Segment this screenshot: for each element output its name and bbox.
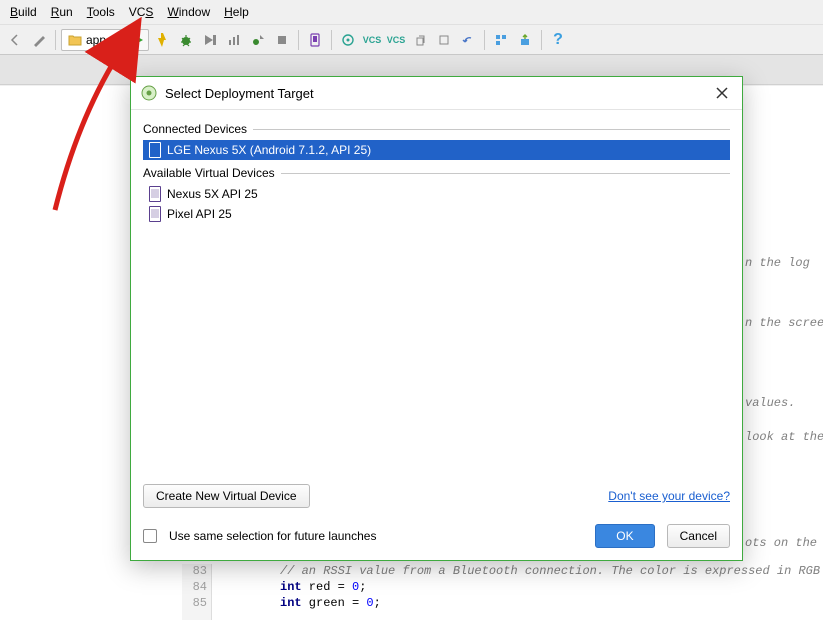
dialog-body: Connected Devices LGE Nexus 5X (Android …	[131, 110, 742, 478]
vcs-revert-icon[interactable]	[433, 29, 455, 51]
checkbox-label: Use same selection for future launches	[169, 529, 376, 543]
code-comment-fragment: n the scree	[745, 316, 823, 330]
menu-window[interactable]: Window	[163, 3, 214, 21]
code-line: int red = 0;	[280, 580, 823, 594]
close-icon	[716, 87, 728, 99]
code-comment-fragment: look at the	[745, 430, 823, 444]
run-button[interactable]	[127, 29, 149, 51]
sdk-manager-icon[interactable]	[514, 29, 536, 51]
phone-icon	[149, 142, 161, 158]
apply-changes-icon[interactable]	[151, 29, 173, 51]
device-virtual-item[interactable]: Pixel API 25	[143, 204, 730, 224]
phone-icon	[149, 186, 161, 202]
menu-tools[interactable]: Tools	[83, 3, 119, 21]
code-line: // an RSSI value from a Bluetooth connec…	[280, 564, 823, 578]
code-comment-fragment: values.	[745, 396, 795, 410]
section-label: Connected Devices	[143, 122, 247, 136]
ok-button[interactable]: OK	[595, 524, 654, 548]
section-connected-devices: Connected Devices	[143, 122, 730, 136]
back-icon[interactable]	[4, 29, 26, 51]
device-label: Nexus 5X API 25	[167, 187, 258, 201]
project-structure-icon[interactable]	[490, 29, 512, 51]
phone-icon	[149, 206, 161, 222]
stop-icon	[276, 34, 288, 46]
run-config-dropdown[interactable]: app	[61, 29, 125, 51]
device-label: Pixel API 25	[167, 207, 232, 221]
menu-help[interactable]: Help	[220, 3, 253, 21]
device-label: LGE Nexus 5X (Android 7.1.2, API 25)	[167, 143, 371, 157]
dialog-button-bar: Use same selection for future launches O…	[131, 514, 742, 560]
android-studio-icon	[141, 85, 157, 101]
vcs-update-icon[interactable]: VCS	[361, 29, 383, 51]
run-config-label: app	[86, 33, 106, 47]
play-icon	[132, 34, 144, 46]
avd-manager-icon[interactable]	[304, 29, 326, 51]
device-virtual-item[interactable]: Nexus 5X API 25	[143, 184, 730, 204]
menu-build[interactable]: Build	[6, 3, 41, 21]
vcs-history-icon[interactable]	[409, 29, 431, 51]
run-with-coverage-icon[interactable]	[199, 29, 221, 51]
cancel-button[interactable]: Cancel	[667, 524, 730, 548]
attach-debugger-icon[interactable]	[247, 29, 269, 51]
bug-icon	[179, 33, 193, 47]
device-connected-item[interactable]: LGE Nexus 5X (Android 7.1.2, API 25)	[143, 140, 730, 160]
section-available-virtual-devices: Available Virtual Devices	[143, 166, 730, 180]
code-comment-fragment: n the log	[745, 256, 810, 270]
code-line: int green = 0;	[280, 596, 823, 610]
hammer-icon[interactable]	[28, 29, 50, 51]
menu-vcs[interactable]: VCS	[125, 3, 158, 21]
help-link-dont-see-device[interactable]: Don't see your device?	[608, 489, 730, 503]
sync-project-icon[interactable]	[337, 29, 359, 51]
dialog-title: Select Deployment Target	[165, 86, 314, 101]
menu-bar: Build Run Tools VCS Window Help	[0, 0, 823, 25]
stop-button[interactable]	[271, 29, 293, 51]
debug-button[interactable]	[175, 29, 197, 51]
menu-run[interactable]: Run	[47, 3, 77, 21]
main-toolbar: app VCS VCS ?	[0, 25, 823, 55]
help-icon[interactable]: ?	[547, 29, 569, 51]
folder-icon	[68, 34, 82, 46]
line-number: 85	[182, 596, 212, 620]
select-deployment-target-dialog: Select Deployment Target Connected Devic…	[130, 76, 743, 561]
code-comment-fragment: ots on the	[745, 536, 817, 550]
close-button[interactable]	[712, 83, 732, 103]
section-label: Available Virtual Devices	[143, 166, 275, 180]
dialog-action-row: Create New Virtual Device Don't see your…	[131, 478, 742, 514]
undo-icon[interactable]	[457, 29, 479, 51]
chevron-down-icon	[110, 36, 118, 44]
dialog-titlebar: Select Deployment Target	[131, 77, 742, 110]
remember-selection-checkbox[interactable]	[143, 529, 157, 543]
create-new-virtual-device-button[interactable]: Create New Virtual Device	[143, 484, 310, 508]
vcs-commit-icon[interactable]: VCS	[385, 29, 407, 51]
profile-icon[interactable]	[223, 29, 245, 51]
